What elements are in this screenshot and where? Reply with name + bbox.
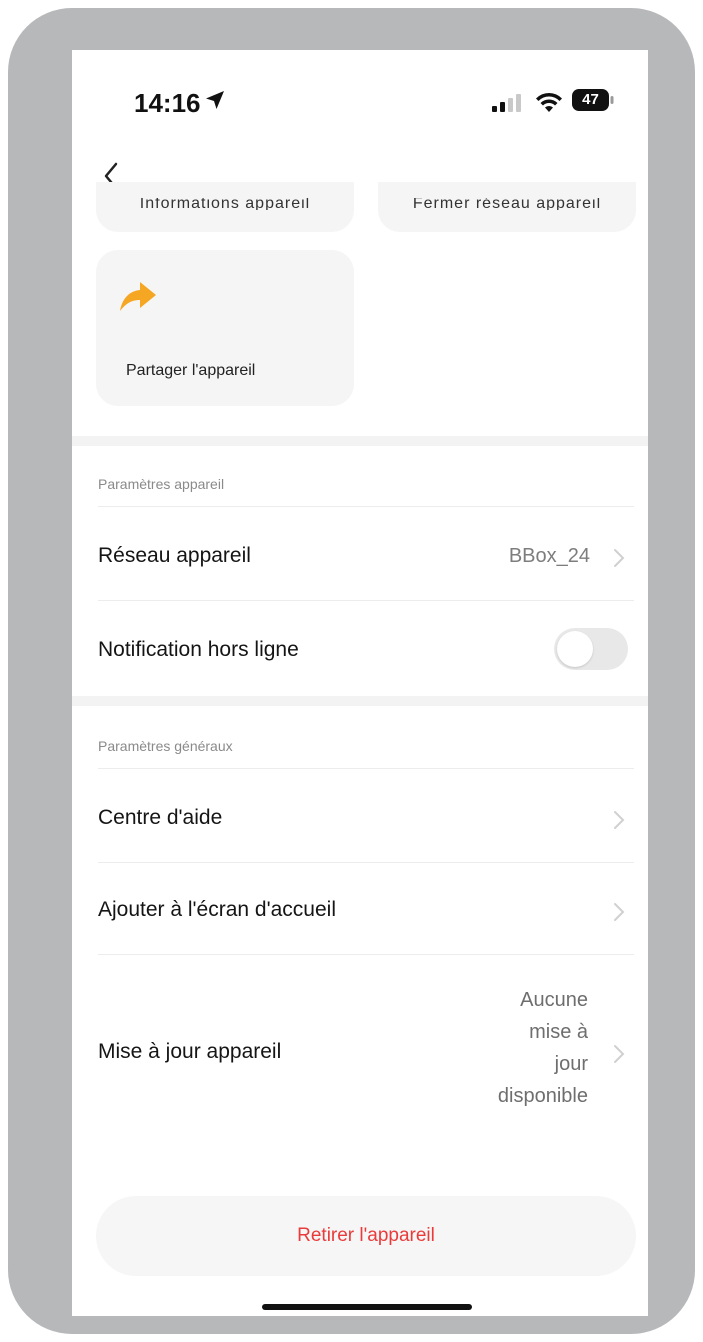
device-update-status: Aucune mise à jour disponible [452, 984, 588, 1112]
location-arrow-icon [206, 91, 224, 109]
help-center-row[interactable]: Centre d'aide [72, 770, 648, 862]
device-update-label: Mise à jour appareil [98, 1040, 282, 1063]
section-separator [72, 696, 648, 706]
home-indicator[interactable] [262, 1304, 472, 1310]
add-to-home-screen-row[interactable]: Ajouter à l'écran d'accueil [72, 864, 648, 954]
close-network-tile[interactable]: Fermer réseau appareil [378, 182, 636, 232]
device-frame: 14:16 47 Informations appareil Fermer ré… [8, 8, 695, 1334]
device-info-tile[interactable]: Informations appareil [96, 182, 354, 232]
cellular-signal-icon [492, 94, 521, 112]
battery-level: 47 [582, 91, 599, 108]
device-update-status-line: jour [554, 1053, 588, 1075]
device-update-status-line: mise à [529, 1021, 588, 1043]
battery-indicator: 47 [572, 88, 614, 112]
chevron-right-icon [614, 549, 625, 567]
status-time: 14:16 [134, 88, 201, 118]
device-update-status-line: disponible [497, 1085, 588, 1107]
device-network-row[interactable]: Réseau appareil BBox_24 [72, 508, 648, 600]
section-separator [72, 436, 648, 446]
toggle-knob [557, 631, 593, 667]
chevron-right-icon [614, 811, 625, 829]
phone-screen: 14:16 47 Informations appareil Fermer ré… [72, 50, 648, 1316]
device-network-label: Réseau appareil [98, 544, 251, 567]
divider [98, 862, 634, 863]
device-update-status-line: Aucune [520, 989, 588, 1011]
device-info-label: Informations appareil [139, 198, 311, 210]
remove-device-button[interactable]: Retirer l'appareil [96, 1196, 636, 1276]
divider [98, 600, 634, 601]
device-network-value: BBox_24 [508, 545, 590, 567]
offline-notification-label: Notification hors ligne [98, 638, 299, 661]
chevron-right-icon [614, 903, 625, 921]
device-settings-heading: Paramètres appareil [98, 476, 225, 492]
close-network-label: Fermer réseau appareil [412, 198, 602, 210]
share-device-label: Partager l'appareil [126, 362, 256, 379]
chevron-right-icon [614, 1045, 625, 1063]
divider [98, 954, 634, 955]
general-settings-heading: Paramètres généraux [98, 738, 233, 754]
divider [98, 506, 634, 507]
help-center-label: Centre d'aide [98, 806, 223, 829]
offline-notification-toggle[interactable] [554, 628, 628, 670]
add-to-home-screen-label: Ajouter à l'écran d'accueil [98, 898, 336, 921]
share-arrow-icon [120, 282, 156, 311]
divider [98, 768, 634, 769]
share-device-tile[interactable]: Partager l'appareil [96, 250, 354, 406]
wifi-icon [536, 92, 562, 112]
